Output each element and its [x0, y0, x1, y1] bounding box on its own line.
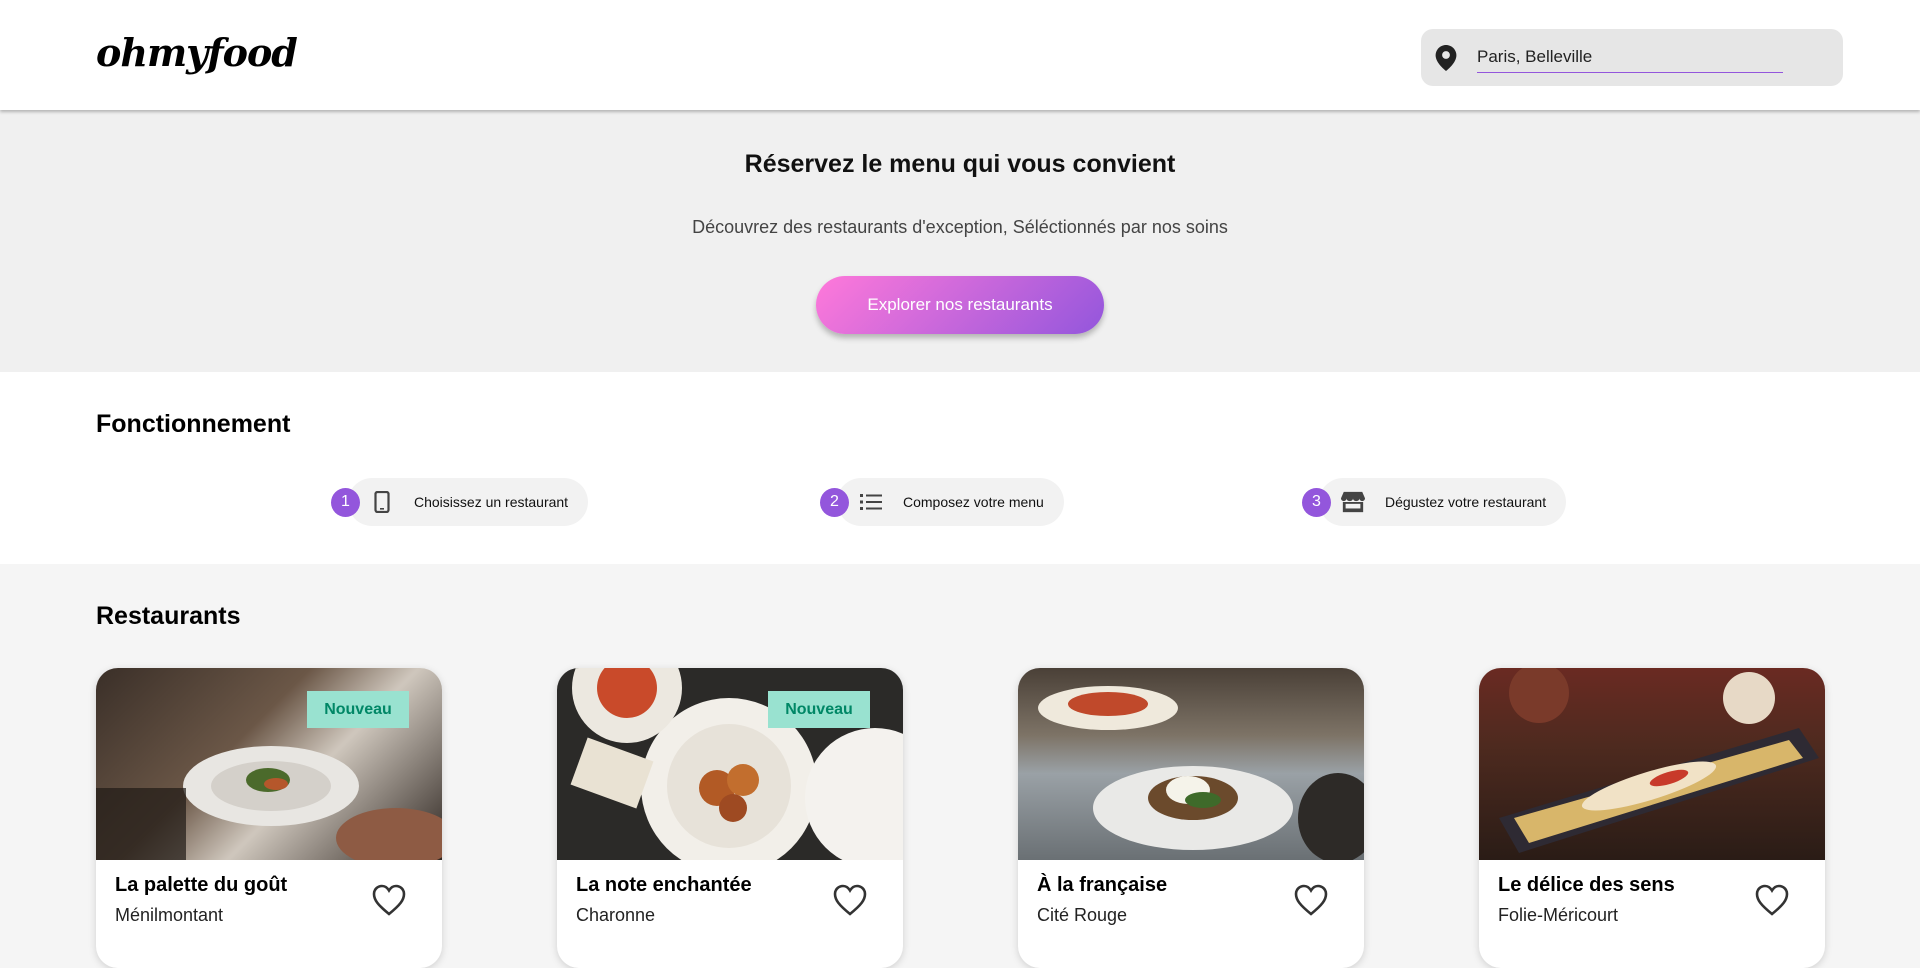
step-label: Dégustez votre restaurant: [1385, 494, 1547, 510]
location-search: [1421, 29, 1843, 86]
list-icon: [859, 490, 883, 514]
restaurant-name: La note enchantée: [576, 874, 752, 896]
mobile-phone-icon: [370, 490, 394, 514]
step-1: 1 Choisissez un restaurant: [331, 478, 589, 526]
step-pill: Dégustez votre restaurant: [1319, 478, 1567, 526]
hero-title: Réservez le menu qui vous convient: [744, 150, 1176, 178]
location-input[interactable]: [1477, 42, 1783, 73]
map-pin-icon: [1435, 45, 1457, 71]
heart-icon[interactable]: [1755, 884, 1789, 916]
heart-icon[interactable]: [1294, 884, 1328, 916]
restaurant-area: Charonne: [576, 905, 656, 925]
restaurant-card[interactable]: Nouveau La palette du goût Ménilmontant: [96, 668, 442, 968]
step-3: 3 Dégustez votre restaurant: [1302, 478, 1567, 526]
step-label: Choisissez un restaurant: [414, 494, 569, 510]
restaurant-name: Le délice des sens: [1498, 874, 1675, 896]
restaurants-title: Restaurants: [96, 602, 241, 630]
restaurant-card[interactable]: À la française Cité Rouge: [1018, 668, 1364, 968]
restaurant-area: Folie-Méricourt: [1498, 905, 1619, 925]
hero-section: Réservez le menu qui vous convient Décou…: [0, 110, 1920, 372]
restaurant-area: Cité Rouge: [1037, 905, 1128, 925]
step-number: 1: [331, 487, 360, 517]
heart-icon[interactable]: [833, 884, 867, 916]
store-icon: [1341, 490, 1365, 514]
restaurant-name: La palette du goût: [115, 874, 288, 896]
restaurant-card[interactable]: Le délice des sens Folie-Méricourt: [1479, 668, 1825, 968]
heart-icon[interactable]: [372, 884, 406, 916]
step-pill: Composez votre menu: [837, 478, 1064, 526]
restaurant-photo: [1479, 668, 1825, 860]
new-badge: Nouveau: [768, 691, 870, 728]
restaurants-section: Restaurants Nouveau La palette du goût M…: [0, 564, 1920, 968]
restaurant-photo: Nouveau: [96, 668, 442, 860]
how-it-works-section: Fonctionnement 1 Choisissez un restauran…: [0, 372, 1920, 564]
step-label: Composez votre menu: [903, 494, 1044, 510]
step-number: 3: [1302, 487, 1331, 517]
how-it-works-title: Fonctionnement: [96, 410, 291, 438]
restaurant-photo: [1018, 668, 1364, 860]
new-badge: Nouveau: [307, 691, 409, 728]
hero-subtitle: Découvrez des restaurants d'exception, S…: [692, 217, 1228, 237]
step-number: 2: [820, 487, 849, 517]
restaurant-area: Ménilmontant: [115, 905, 224, 925]
restaurant-card[interactable]: Nouveau La note enchantée Charonne: [557, 668, 903, 968]
explore-restaurants-button[interactable]: Explorer nos restaurants: [816, 276, 1104, 334]
step-2: 2 Composez votre menu: [820, 478, 1064, 526]
logo[interactable]: ohmyfood: [96, 30, 298, 75]
restaurant-photo: Nouveau: [557, 668, 903, 860]
step-pill: Choisissez un restaurant: [348, 478, 589, 526]
restaurant-name: À la française: [1037, 874, 1168, 896]
site-header: ohmyfood: [0, 0, 1920, 110]
